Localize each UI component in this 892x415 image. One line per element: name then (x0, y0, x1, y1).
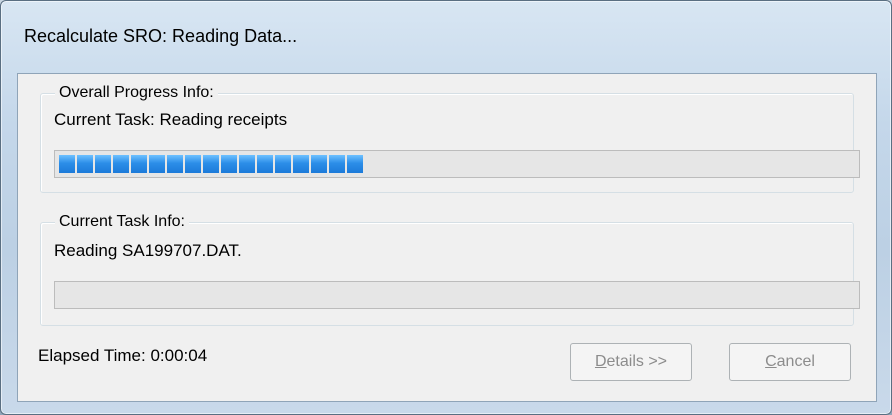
current-task-label: Current Task: Reading receipts (54, 110, 288, 129)
overall-progress-bar (54, 150, 860, 178)
task-progress-bar (54, 281, 860, 309)
progress-segment (275, 155, 291, 173)
progress-segment (185, 155, 201, 173)
current-task-legend: Current Task Info: (55, 212, 189, 232)
overall-progress-legend: Overall Progress Info: (55, 83, 218, 103)
progress-segment (113, 155, 129, 173)
progress-segment (203, 155, 219, 173)
progress-segment (311, 155, 327, 173)
details-button[interactable]: Details >> (570, 343, 692, 381)
dialog-client-area: Overall Progress Info: Current Task: Rea… (17, 73, 877, 402)
title-bar[interactable]: Recalculate SRO: Reading Data... (1, 1, 891, 73)
details-button-label: etails >> (606, 353, 668, 370)
progress-segment (131, 155, 147, 173)
progress-segment (167, 155, 183, 173)
progress-segment (221, 155, 237, 173)
current-task-detail: Reading SA199707.DAT. (54, 241, 242, 260)
progress-segment (293, 155, 309, 173)
cancel-button[interactable]: Cancel (729, 343, 851, 381)
progress-segment (95, 155, 111, 173)
progress-segment (257, 155, 273, 173)
progress-dialog: Recalculate SRO: Reading Data... Overall… (0, 0, 892, 415)
current-task-group: Current Task Info: Reading SA199707.DAT. (40, 212, 860, 326)
progress-segment (77, 155, 93, 173)
progress-segment (149, 155, 165, 173)
cancel-button-accel: C (765, 353, 777, 370)
overall-progress-fill (59, 155, 363, 173)
overall-progress-group: Overall Progress Info: Current Task: Rea… (40, 83, 860, 193)
elapsed-time: Elapsed Time: 0:00:04 (38, 346, 208, 365)
progress-segment (239, 155, 255, 173)
window-title: Recalculate SRO: Reading Data... (24, 26, 298, 46)
progress-segment (59, 155, 75, 173)
progress-segment (329, 155, 345, 173)
progress-segment (347, 155, 363, 173)
details-button-accel: D (594, 353, 607, 370)
cancel-button-label: ancel (776, 353, 815, 370)
